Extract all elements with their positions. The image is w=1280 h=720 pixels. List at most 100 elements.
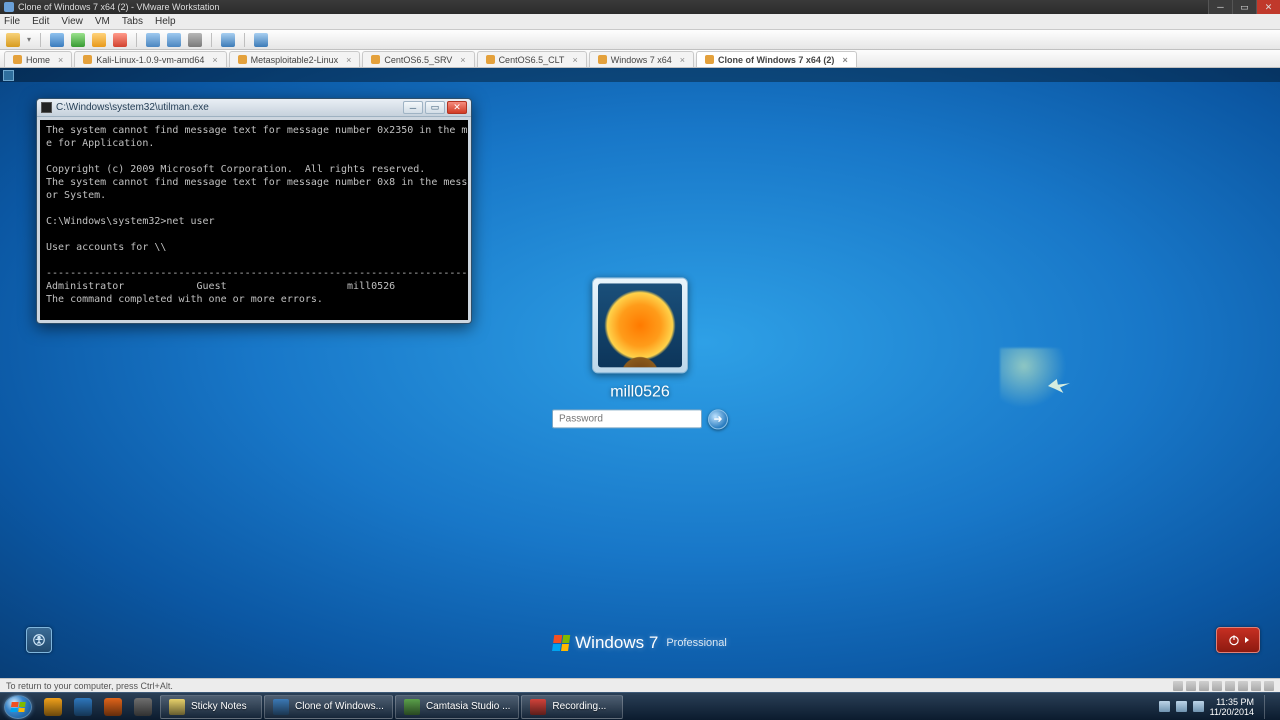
- brand-edition-text: Professional: [666, 637, 727, 649]
- device-sound-icon[interactable]: [1238, 681, 1248, 691]
- user-avatar-frame[interactable]: [592, 277, 688, 373]
- menu-help[interactable]: Help: [155, 16, 176, 27]
- unity-icon[interactable]: [221, 33, 235, 47]
- menu-edit[interactable]: Edit: [32, 16, 49, 27]
- pinned-app-0[interactable]: [38, 695, 68, 719]
- pinned-app-2[interactable]: [98, 695, 128, 719]
- vm-tab-3[interactable]: CentOS6.5_SRV ×: [362, 51, 474, 67]
- vm-tab-close-icon[interactable]: ×: [460, 55, 465, 65]
- vm-tab-label: Windows 7 x64: [611, 55, 672, 65]
- tray-network-icon[interactable]: [1176, 701, 1187, 712]
- menu-vm[interactable]: VM: [95, 16, 110, 27]
- vm-tab-label: Kali-Linux-1.0.9-vm-amd64: [96, 55, 204, 65]
- vm-tab-label: CentOS6.5_CLT: [499, 55, 565, 65]
- tray-volume-icon[interactable]: [1193, 701, 1204, 712]
- start-flag-icon: [10, 702, 25, 712]
- login-submit-button[interactable]: ➜: [708, 409, 728, 429]
- vm-tab-label: CentOS6.5_SRV: [384, 55, 452, 65]
- vmware-menubar: File Edit View VM Tabs Help: [0, 14, 1280, 30]
- vm-tab-0[interactable]: Home×: [4, 51, 72, 67]
- host-taskbar: Sticky Notes Clone of Windows... Camtasia …: [0, 692, 1280, 720]
- vmware-toolbar: ▾: [0, 30, 1280, 50]
- vm-tab-icon: [705, 55, 714, 64]
- vm-tab-label: Metasploitable2-Linux: [251, 55, 339, 65]
- vm-tab-close-icon[interactable]: ×: [680, 55, 685, 65]
- vm-tab-close-icon[interactable]: ×: [842, 55, 847, 65]
- snapshot-icon[interactable]: [146, 33, 160, 47]
- task-button-3[interactable]: Recording...: [521, 695, 623, 719]
- cmd-close-button[interactable]: ✕: [447, 101, 467, 114]
- cmd-terminal-output[interactable]: The system cannot find message text for …: [40, 120, 468, 320]
- device-floppy-icon[interactable]: [1199, 681, 1209, 691]
- cmd-titlebar[interactable]: C:\Windows\system32\utilman.exe ─ ▭ ✕: [37, 99, 471, 117]
- system-tray: 11:35 PM 11/20/2014: [1159, 695, 1276, 719]
- snapshot-manager-icon[interactable]: [167, 33, 181, 47]
- vm-tab-6[interactable]: Clone of Windows 7 x64 (2) ×: [696, 51, 857, 67]
- password-input[interactable]: [552, 410, 702, 429]
- host-maximize-button[interactable]: ▭: [1232, 0, 1256, 14]
- power-icon: [1227, 633, 1241, 647]
- device-printer-icon[interactable]: [1251, 681, 1261, 691]
- vm-tab-close-icon[interactable]: ×: [212, 55, 217, 65]
- show-desktop-button[interactable]: [1264, 695, 1272, 719]
- power-options-button[interactable]: [1216, 627, 1260, 653]
- vm-tab-close-icon[interactable]: ×: [572, 55, 577, 65]
- vmware-app-icon: [4, 2, 14, 12]
- power-on-icon[interactable]: [50, 33, 64, 47]
- guest-display[interactable]: mill0526 ➜ Windows 7 Professional: [0, 68, 1280, 678]
- guest-strip-icon[interactable]: [3, 70, 14, 81]
- menu-tabs[interactable]: Tabs: [122, 16, 143, 27]
- vm-tab-icon: [371, 55, 380, 64]
- start-button[interactable]: [4, 695, 32, 719]
- menu-view[interactable]: View: [61, 16, 83, 27]
- vm-tab-4[interactable]: CentOS6.5_CLT ×: [477, 51, 587, 67]
- tool-home-dropdown[interactable]: ▾: [27, 35, 31, 44]
- cmd-window[interactable]: C:\Windows\system32\utilman.exe ─ ▭ ✕ Th…: [36, 98, 472, 324]
- brand-windows-text: Windows: [575, 633, 644, 652]
- fullscreen-icon[interactable]: [254, 33, 268, 47]
- vm-tab-close-icon[interactable]: ×: [346, 55, 351, 65]
- clock-date: 11/20/2014: [1210, 707, 1254, 717]
- menu-file[interactable]: File: [4, 16, 20, 27]
- host-close-button[interactable]: ✕: [1256, 0, 1280, 14]
- vm-tab-2[interactable]: Metasploitable2-Linux ×: [229, 51, 361, 67]
- windows-flag-icon: [552, 635, 570, 651]
- vmware-tabbar: Home×Kali-Linux-1.0.9-vm-amd64×Metasploi…: [0, 50, 1280, 68]
- device-cd-icon[interactable]: [1186, 681, 1196, 691]
- task-button-0[interactable]: Sticky Notes: [160, 695, 262, 719]
- ease-of-access-icon: [32, 633, 46, 647]
- task-button-1[interactable]: Clone of Windows...: [264, 695, 393, 719]
- clock-time: 11:35 PM: [1210, 697, 1254, 707]
- device-hdd-icon[interactable]: [1173, 681, 1183, 691]
- task-button-label: Camtasia Studio ...: [426, 701, 510, 712]
- vm-tab-label: Clone of Windows 7 x64 (2): [718, 55, 834, 65]
- cmd-title-text: C:\Windows\system32\utilman.exe: [56, 102, 209, 113]
- device-usb-icon[interactable]: [1225, 681, 1235, 691]
- vm-tab-icon: [598, 55, 607, 64]
- play-icon[interactable]: [71, 33, 85, 47]
- vm-tab-close-icon[interactable]: ×: [58, 55, 63, 65]
- login-username: mill0526: [610, 383, 670, 401]
- pinned-app-1[interactable]: [68, 695, 98, 719]
- device-net-icon[interactable]: [1212, 681, 1222, 691]
- cmd-minimize-button[interactable]: ─: [403, 101, 423, 114]
- device-display-icon[interactable]: [1264, 681, 1274, 691]
- vm-tab-1[interactable]: Kali-Linux-1.0.9-vm-amd64 ×: [74, 51, 226, 67]
- host-minimize-button[interactable]: ─: [1208, 0, 1232, 14]
- pinned-app-3[interactable]: [128, 695, 158, 719]
- tray-flag-icon[interactable]: [1159, 701, 1170, 712]
- windows-brand: Windows 7 Professional: [553, 633, 727, 653]
- cmd-app-icon: [41, 102, 52, 113]
- cmd-maximize-button[interactable]: ▭: [425, 101, 445, 114]
- task-button-label: Clone of Windows...: [295, 701, 384, 712]
- task-button-label: Recording...: [552, 701, 606, 712]
- tool-home-icon[interactable]: [6, 33, 20, 47]
- power-off-icon[interactable]: [113, 33, 127, 47]
- suspend-icon[interactable]: [92, 33, 106, 47]
- revert-icon[interactable]: [188, 33, 202, 47]
- taskbar-clock[interactable]: 11:35 PM 11/20/2014: [1210, 697, 1254, 717]
- vm-tab-5[interactable]: Windows 7 x64 ×: [589, 51, 694, 67]
- status-hint-text: To return to your computer, press Ctrl+A…: [6, 681, 173, 691]
- ease-of-access-button[interactable]: [26, 627, 52, 653]
- task-button-2[interactable]: Camtasia Studio ...: [395, 695, 519, 719]
